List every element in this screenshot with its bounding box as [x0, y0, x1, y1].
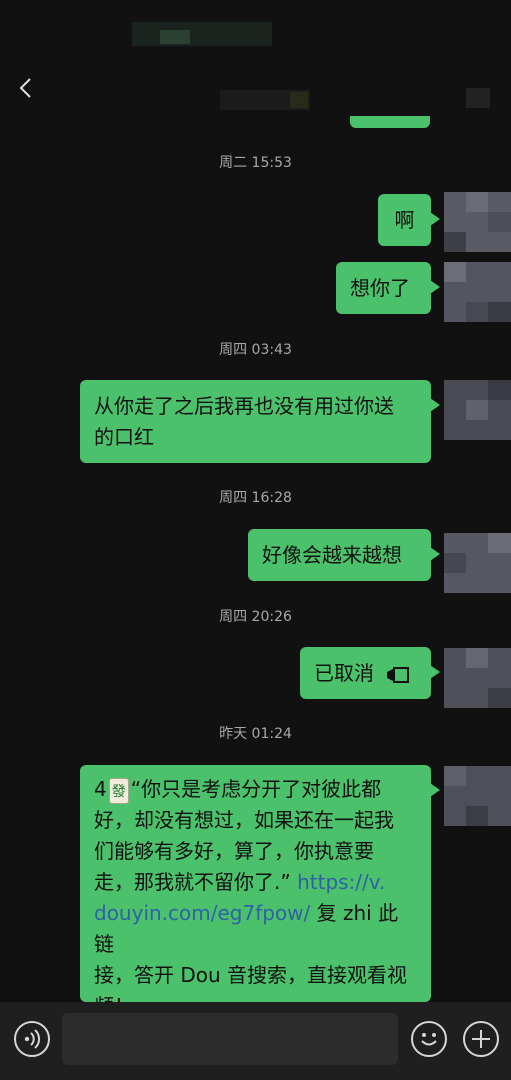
- message-input[interactable]: [62, 1013, 398, 1065]
- message-bubble[interactable]: 从你走了之后我再也没有用过你送 的口红: [80, 380, 440, 463]
- emoji-icon[interactable]: [411, 1021, 447, 1057]
- message-bubble[interactable]: 啊: [378, 194, 440, 246]
- message-text: 们能够有多好，算了，你执意要: [94, 839, 374, 863]
- blurred-title: [160, 30, 190, 44]
- message-text: 走，那我就不留你了.”: [94, 870, 291, 894]
- mahjong-tile-icon: 發: [108, 777, 129, 804]
- timestamp: 周二 15:53: [219, 155, 292, 171]
- message-text: 接，答开 Dou 音搜索，直接观看视: [94, 963, 408, 987]
- timestamp: 周四 16:28: [219, 490, 292, 506]
- blurred-title: [290, 92, 308, 108]
- avatar[interactable]: [444, 533, 511, 593]
- timestamp: 周四 20:26: [219, 609, 292, 625]
- message-text: 想你了: [350, 276, 410, 300]
- message-bubble[interactable]: 已取消: [300, 647, 440, 699]
- voice-icon[interactable]: [14, 1021, 50, 1057]
- avatar[interactable]: [444, 766, 511, 826]
- timestamp: 昨天 01:24: [219, 726, 292, 742]
- message-text: 好像会越来越想: [262, 543, 402, 567]
- message-text: 好，却没有想过，如果还在一起我: [94, 808, 394, 832]
- chat-header: [0, 0, 511, 140]
- message-bubble[interactable]: 想你了: [336, 262, 440, 314]
- avatar[interactable]: [444, 648, 511, 708]
- message-text: 的口红: [94, 425, 154, 449]
- message-text: 从你走了之后我再也没有用过你送: [94, 394, 394, 418]
- douyin-link[interactable]: https://v.: [297, 870, 385, 894]
- avatar[interactable]: [444, 192, 511, 252]
- message-text: 已取消: [314, 661, 374, 685]
- blurred-title: [132, 22, 272, 46]
- previous-bubble-edge: [350, 116, 430, 128]
- chevron-left-icon[interactable]: [14, 76, 38, 100]
- douyin-link[interactable]: douyin.com/eg7fpow/: [94, 901, 310, 925]
- input-bar: [0, 1002, 511, 1080]
- timestamp: 周四 03:43: [219, 342, 292, 358]
- message-bubble[interactable]: 好像会越来越想: [248, 529, 440, 581]
- blurred-title: [466, 88, 490, 108]
- message-bubble[interactable]: 4 發 “你只是考虑分开了对彼此都 好，却没有想过，如果还在一起我 们能够有多好，算…: [80, 765, 440, 1018]
- message-text: “你只是考虑分开了对彼此都: [130, 777, 382, 801]
- call-cancelled-icon: [387, 666, 410, 683]
- avatar[interactable]: [444, 380, 511, 440]
- plus-icon[interactable]: [463, 1021, 499, 1057]
- avatar[interactable]: [444, 262, 511, 322]
- message-text: 啊: [394, 208, 415, 232]
- message-text: 4: [94, 777, 107, 801]
